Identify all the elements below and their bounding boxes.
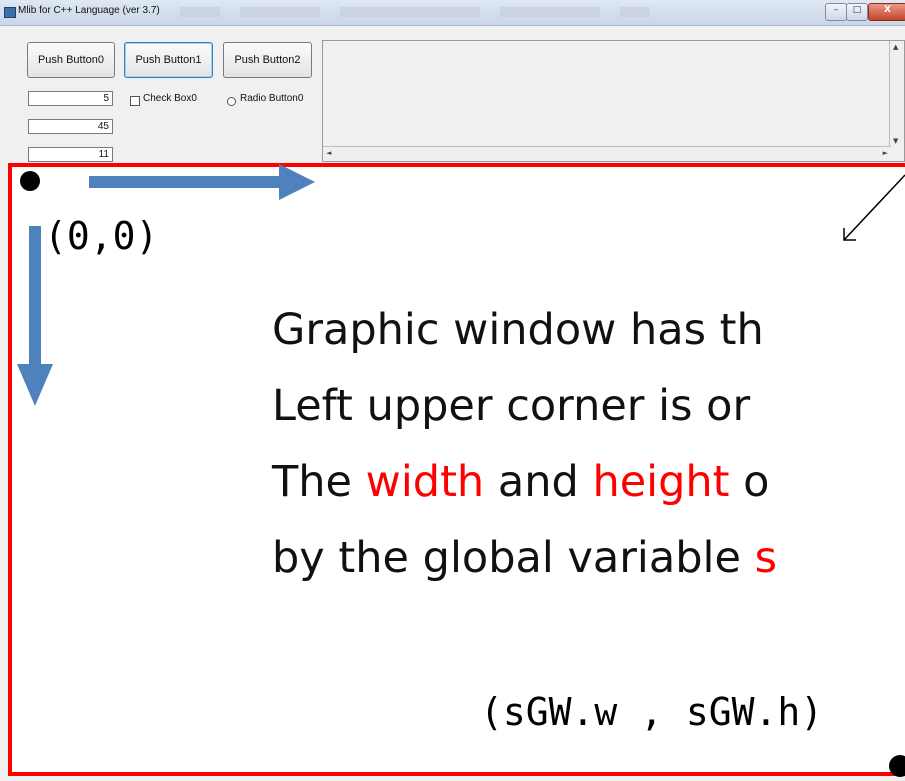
origin-label: (0,0) [44,214,159,258]
close-icon: X [884,5,891,15]
minimize-button[interactable]: – [825,3,847,21]
blurred-toolbar [500,7,600,17]
scroll-down-icon[interactable]: ▼ [893,137,898,145]
maximize-icon: □ [852,5,862,15]
blurred-toolbar [620,7,650,17]
blurred-toolbar [240,7,320,17]
x-axis-arrow [89,176,281,188]
variable-keyword: s [754,533,778,583]
number-field-3[interactable]: 11 [28,147,113,162]
blurred-toolbar [180,7,220,17]
text: o [729,457,770,507]
window-title: Mlib for C++ Language (ver 3.7) [18,5,160,16]
push-button-0[interactable]: Push Button0 [27,42,115,78]
scroll-right-icon[interactable]: ► [883,149,888,157]
y-axis-arrow [29,226,41,366]
height-keyword: height [592,457,730,507]
radio-button-0[interactable] [227,97,236,106]
description-line-1: Graphic window has th [272,305,764,355]
push-button-1[interactable]: Push Button1 [124,42,213,78]
blurred-toolbar [340,7,480,17]
app-icon [4,7,16,18]
origin-point [20,171,40,191]
description-line-3: The width and height o [272,452,769,512]
text: and [484,457,593,507]
number-field-1[interactable]: 5 [28,91,113,106]
vertical-scrollbar[interactable]: ▲ ▼ [889,41,904,147]
radio-button-label: Radio Button0 [240,93,304,104]
number-field-2[interactable]: 45 [28,119,113,134]
check-box-label: Check Box0 [143,93,197,104]
x-axis-arrowhead [279,164,315,200]
size-label: (sGW.w , sGW.h) [480,690,824,734]
text: The [272,457,366,507]
maximize-button[interactable]: □ [846,3,868,21]
scroll-left-icon[interactable]: ◄ [326,149,331,157]
y-axis-arrowhead [17,364,53,406]
description-line-2: Left upper corner is or [272,381,751,431]
check-box-0[interactable] [130,96,140,106]
push-button-2[interactable]: Push Button2 [223,42,312,78]
corner-point [889,755,905,777]
scroll-up-icon[interactable]: ▲ [893,43,898,51]
text: by the global variable [272,533,755,583]
minimize-icon: – [833,5,839,15]
text-area[interactable]: ▲ ▼ ◄ ► [322,40,905,162]
width-keyword: width [365,457,485,507]
title-bar: Mlib for C++ Language (ver 3.7) – □ X [0,0,905,26]
horizontal-scrollbar[interactable]: ◄ ► [323,146,891,161]
pointer-arrow-icon [843,174,905,241]
description-line-4: by the global variable s [272,528,777,588]
close-button[interactable]: X [868,3,905,21]
